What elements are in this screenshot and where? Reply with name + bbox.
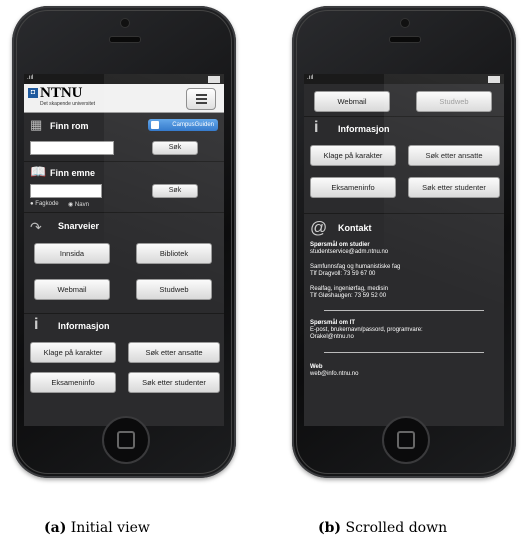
search-students-button[interactable]: Søk etter studenter xyxy=(128,372,220,393)
header: ◘ NTNU Det skapende universitet xyxy=(24,84,224,113)
at-icon: @ xyxy=(310,218,328,237)
it-description: E-post, brukernavn/passord, programvare: xyxy=(310,327,423,333)
book-icon: 📖 xyxy=(30,164,47,179)
speaker xyxy=(389,36,421,43)
signal-icon: .ııl xyxy=(307,75,314,81)
camera xyxy=(120,18,130,28)
innsida-button[interactable]: Innsida xyxy=(34,243,110,264)
webmail-button[interactable]: Webmail xyxy=(314,91,390,112)
logo-text: NTNU xyxy=(40,85,83,101)
studweb-button[interactable]: Studweb xyxy=(416,91,492,112)
dragvoll-phone: Tlf Dragvoll: 73 59 67 00 xyxy=(310,271,376,277)
web-email[interactable]: web@info.ntnu.no xyxy=(310,371,358,377)
shortcuts-section: ↷ Snarveier Innsida Bibliotek Webmail St… xyxy=(24,213,224,314)
top-buttons: Webmail Studweb xyxy=(304,84,504,117)
arrow-icon: ↷ xyxy=(30,219,42,235)
web-label: Web xyxy=(310,364,323,370)
exam-info-button[interactable]: Eksameninfo xyxy=(310,177,396,198)
dragvoll-contact: Samfunnsfag og humanistiske fag Tlf Dragv… xyxy=(310,264,400,278)
shortcuts-title: Snarveier xyxy=(58,221,100,231)
signal-icon: .ııl xyxy=(27,75,34,81)
speaker xyxy=(109,36,141,43)
web-contact: Web web@info.ntnu.no xyxy=(310,364,358,378)
info-section: i Informasjon Klage på karakter Søk ette… xyxy=(304,117,504,214)
gloshaugen-contact: Realfag, ingeniørfag, medisin Tlf Gløshau… xyxy=(310,286,388,300)
campus-guide-button[interactable]: CampusGuiden xyxy=(148,119,218,131)
info-title: Informasjon xyxy=(338,124,390,134)
course-search-button[interactable]: Søk xyxy=(152,184,198,198)
info-title: Informasjon xyxy=(58,321,110,331)
complaint-button[interactable]: Klage på karakter xyxy=(30,342,116,363)
find-room-section: ▦ Finn rom CampusGuiden Søk xyxy=(24,113,224,162)
search-staff-button[interactable]: Søk etter ansatte xyxy=(408,145,500,166)
it-email[interactable]: Orakel@ntnu.no xyxy=(310,334,354,340)
caption-a: (a) Initial view xyxy=(44,520,150,536)
search-students-button[interactable]: Søk etter studenter xyxy=(408,177,500,198)
webmail-button[interactable]: Webmail xyxy=(34,279,110,300)
info-icon: i xyxy=(314,119,319,136)
find-course-title: Finn emne xyxy=(50,168,96,178)
home-button[interactable] xyxy=(382,416,430,464)
ntnu-logo-icon: ◘ xyxy=(28,88,38,98)
home-button[interactable] xyxy=(102,416,150,464)
caption-b-text: Scrolled down xyxy=(345,520,448,536)
studies-contact: Spørsmål om studier studentservice@adm.nt… xyxy=(310,242,388,256)
caption-a-label: (a) xyxy=(44,520,67,536)
building-icon: ▦ xyxy=(30,117,43,132)
gloshaugen-faculties: Realfag, ingeniørfag, medisin xyxy=(310,286,389,292)
battery-icon xyxy=(488,76,500,83)
bibliotek-button[interactable]: Bibliotek xyxy=(136,243,212,264)
divider xyxy=(324,352,484,353)
find-room-title: Finn rom xyxy=(50,121,89,131)
battery-icon xyxy=(208,76,220,83)
campus-guide-label: CampusGuiden xyxy=(172,122,214,128)
status-bar: .ııl xyxy=(24,74,224,84)
radio-fagkode[interactable]: ● Fagkode xyxy=(30,201,59,207)
complaint-button[interactable]: Klage på karakter xyxy=(310,145,396,166)
caption-b: (b) Scrolled down xyxy=(318,520,447,536)
studweb-button[interactable]: Studweb xyxy=(136,279,212,300)
exam-info-button[interactable]: Eksameninfo xyxy=(30,372,116,393)
logo-subtitle: Det skapende universitet xyxy=(40,101,96,107)
phone-scrolled-view: .ııl Webmail Studweb i Informasjon Klage… xyxy=(292,6,516,478)
room-search-input[interactable] xyxy=(30,141,114,155)
search-staff-button[interactable]: Søk etter ansatte xyxy=(128,342,220,363)
dragvoll-faculties: Samfunnsfag og humanistiske fag xyxy=(310,264,401,270)
it-label: Spørsmål om IT xyxy=(310,320,356,326)
contact-section: @ Kontakt Spørsmål om studier studentserv… xyxy=(304,214,504,426)
camera xyxy=(400,18,410,28)
contact-title: Kontakt xyxy=(338,223,372,233)
caption-b-label: (b) xyxy=(318,520,342,536)
campus-guide-icon xyxy=(151,121,159,129)
find-course-section: 📖 Finn emne Søk ● Fagkode ◉ Navn xyxy=(24,162,224,213)
radio-navn[interactable]: ◉ Navn xyxy=(68,201,89,208)
gloshaugen-phone: Tlf Gløshaugen: 73 59 52 00 xyxy=(310,293,387,299)
it-contact: Spørsmål om IT E-post, brukernavn/passord… xyxy=(310,320,423,341)
status-bar: .ııl xyxy=(304,74,504,84)
radio-fagkode-label: Fagkode xyxy=(35,201,59,207)
screen: .ııl ◘ NTNU Det skapende universitet ▦ F… xyxy=(24,74,224,426)
studies-email[interactable]: studentservice@adm.ntnu.no xyxy=(310,249,388,255)
room-search-button[interactable]: Søk xyxy=(152,141,198,155)
info-section: i Informasjon Klage på karakter Søk ette… xyxy=(24,314,224,414)
screen: .ııl Webmail Studweb i Informasjon Klage… xyxy=(304,74,504,426)
radio-navn-label: Navn xyxy=(74,202,89,208)
menu-button[interactable] xyxy=(186,88,216,110)
course-search-input[interactable] xyxy=(30,184,102,198)
caption-a-text: Initial view xyxy=(70,520,150,536)
info-icon: i xyxy=(34,316,39,333)
studies-label: Spørsmål om studier xyxy=(310,242,370,248)
phone-initial-view: .ııl ◘ NTNU Det skapende universitet ▦ F… xyxy=(12,6,236,478)
divider xyxy=(324,310,484,311)
